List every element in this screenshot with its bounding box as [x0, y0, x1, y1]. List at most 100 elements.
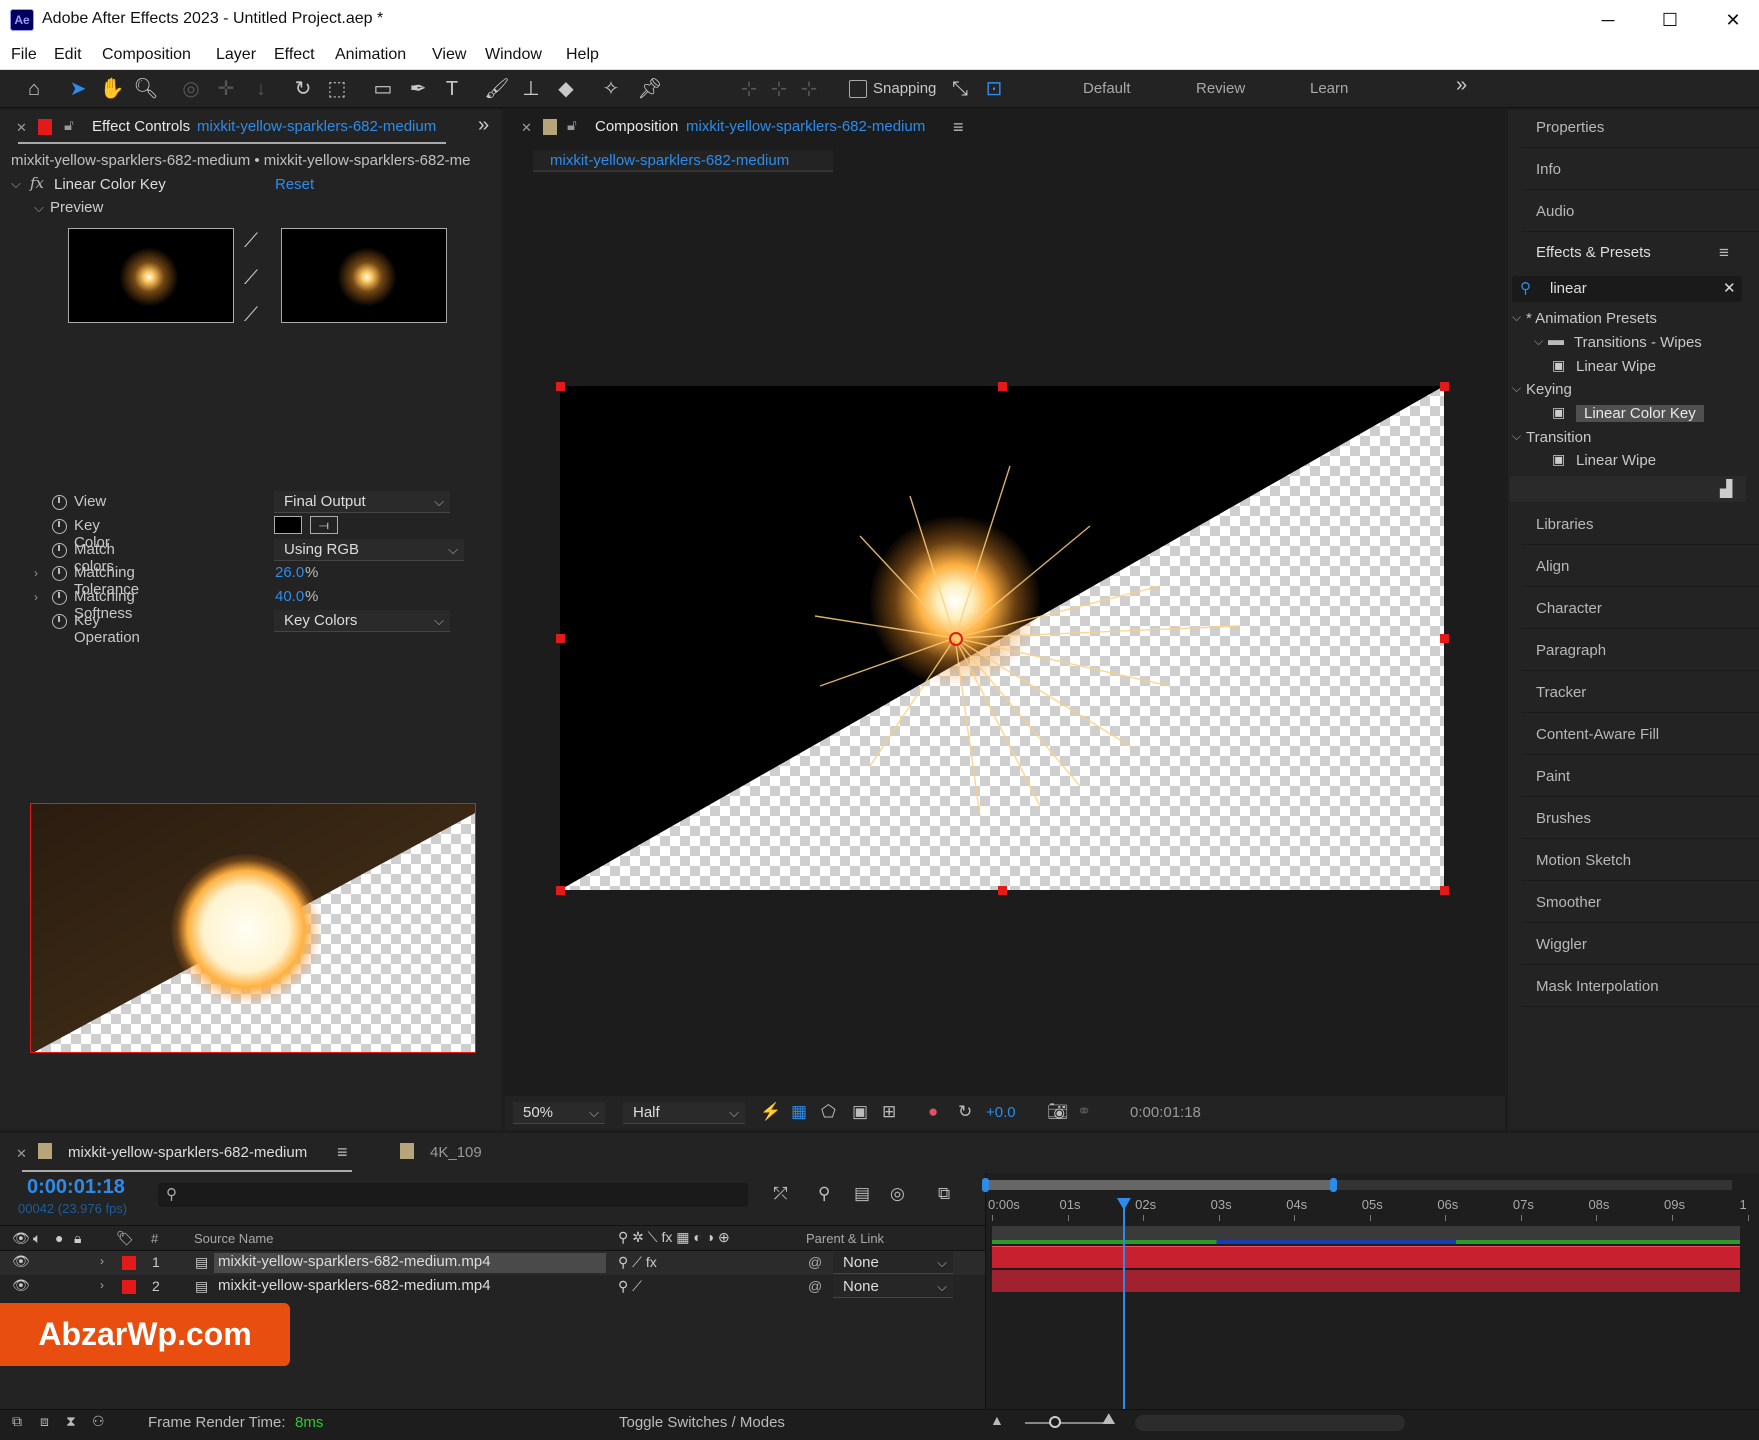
anchor-point-tool-icon[interactable]: ⬚ [322, 75, 352, 103]
show-snapshot-icon[interactable]: ⚭ [1077, 1102, 1091, 1122]
anchor-point-icon[interactable] [949, 632, 963, 646]
panel-menu-icon[interactable]: ≡ [337, 1142, 348, 1163]
new-bin-icon[interactable]: ▟ [1720, 479, 1732, 499]
selection-tool-icon[interactable]: ➤ [63, 75, 93, 103]
panel-item-audio[interactable]: Audio [1522, 192, 1759, 232]
panel-item-paragraph[interactable]: Paragraph [1522, 631, 1759, 671]
clone-stamp-tool-icon[interactable]: ⊥ [516, 75, 546, 103]
menu-view[interactable]: View [432, 46, 466, 64]
close-panel-icon[interactable]: ✕ [521, 120, 532, 136]
channels-icon[interactable]: ● [928, 1102, 938, 1122]
panel-item-properties[interactable]: Properties [1522, 108, 1759, 148]
rotate-tool-icon[interactable]: ↻ [288, 75, 318, 103]
zoom-tool-icon[interactable]: 🔍︎ [131, 75, 161, 103]
menu-layer[interactable]: Layer [216, 46, 256, 64]
close-panel-icon[interactable]: ✕ [16, 1146, 27, 1162]
roto-brush-tool-icon[interactable]: ✧ [596, 75, 626, 103]
panel-menu-icon[interactable]: » [478, 114, 489, 137]
maximize-button[interactable]: ☐ [1647, 6, 1693, 34]
reset-link[interactable]: Reset [275, 176, 314, 193]
prop-value[interactable]: 40.0 [275, 588, 304, 605]
timeline-scrollbar[interactable] [1135, 1415, 1405, 1431]
panel-item-brushes[interactable]: Brushes [1522, 799, 1759, 839]
eraser-tool-icon[interactable]: ◆ [551, 75, 581, 103]
layer-1-clip[interactable] [992, 1246, 1740, 1268]
workspace-learn[interactable]: Learn [1310, 80, 1348, 97]
chevron-right-icon[interactable]: › [34, 566, 38, 580]
solo-switch-icon[interactable]: ● [55, 1230, 63, 1246]
graph-editor-icon[interactable]: ⧉ [938, 1184, 950, 1204]
transform-handle[interactable] [556, 886, 565, 895]
panel-item-paint[interactable]: Paint [1522, 757, 1759, 797]
transform-handle[interactable] [998, 886, 1007, 895]
composition-tab[interactable]: Composition [595, 118, 678, 135]
tree-item[interactable]: Linear Color Key [1576, 405, 1704, 422]
composition-source[interactable]: mixkit-yellow-sparklers-682-medium [686, 118, 925, 135]
render-time-icon[interactable]: ⚇ [92, 1413, 105, 1430]
chevron-right-icon[interactable]: › [34, 590, 38, 604]
transform-handle[interactable] [1440, 886, 1449, 895]
home-icon[interactable]: ⌂ [19, 75, 49, 103]
tree-item[interactable]: Transition [1526, 429, 1591, 446]
stopwatch-icon[interactable] [52, 566, 67, 581]
rectangle-tool-icon[interactable]: ▭ [368, 75, 398, 103]
layer-2-clip[interactable] [992, 1270, 1740, 1292]
local-axis-icon[interactable]: ⊹ [734, 75, 764, 103]
panel-item-mask-interpolation[interactable]: Mask Interpolation [1522, 967, 1759, 1007]
pen-tool-icon[interactable]: ✒ [403, 75, 433, 103]
pick-whip-icon[interactable]: @ [808, 1278, 822, 1294]
timeline-tab-2[interactable]: 4K_109 [430, 1144, 482, 1161]
hand-tool-icon[interactable]: ✋ [97, 75, 127, 103]
chevron-down-icon[interactable]: ⌵ [1512, 310, 1521, 325]
pan-camera-icon[interactable]: ✛ [211, 75, 241, 103]
composition-flowchart-icon[interactable]: ⤱ [774, 1184, 788, 1204]
parent-dropdown[interactable]: None ⌵ [833, 1252, 953, 1274]
menu-animation[interactable]: Animation [335, 46, 406, 64]
fx-icon[interactable]: fx [30, 174, 44, 192]
zoom-slider[interactable] [1025, 1416, 1105, 1428]
key-color-swatch[interactable] [274, 516, 302, 534]
transform-handle[interactable] [1440, 382, 1449, 391]
layer-switches[interactable]: ⚲ ⟋ [618, 1278, 642, 1295]
snap-edges-icon[interactable]: ⤡ [945, 75, 975, 103]
prop-dropdown[interactable]: Final Output ⌵ [274, 491, 450, 513]
resolution-dropdown[interactable]: Half ⌵ [623, 1102, 745, 1124]
panel-menu-icon[interactable]: ≡ [1719, 243, 1729, 263]
lock-switch-icon[interactable]: 🔒︎ [74, 1230, 81, 1247]
panel-item-info[interactable]: Info [1522, 150, 1759, 190]
layer-switches[interactable]: ⚲ ⟋ fx [618, 1254, 657, 1271]
shy-layers-icon[interactable]: ⚲ [818, 1184, 830, 1204]
transfer-controls-icon[interactable]: ⧈ [40, 1413, 49, 1430]
stopwatch-icon[interactable] [52, 614, 67, 629]
audio-switch-icon[interactable]: 🔈︎ [33, 1230, 41, 1247]
composition-viewer[interactable] [560, 386, 1444, 890]
current-time-display[interactable]: 0:00:01:18 [1130, 1104, 1201, 1121]
work-area-end-handle[interactable] [1330, 1178, 1337, 1192]
dolly-camera-icon[interactable]: ↓ [246, 75, 276, 103]
zoom-out-icon[interactable]: ▲ [990, 1412, 1004, 1428]
prop-dropdown[interactable]: Key Colors ⌵ [274, 610, 450, 632]
menu-effect[interactable]: Effect [274, 46, 315, 64]
current-timecode[interactable]: 0:00:01:18 [27, 1176, 125, 1199]
panel-item-tracker[interactable]: Tracker [1522, 673, 1759, 713]
col-parent-link[interactable]: Parent & Link [806, 1231, 884, 1246]
snapshot-camera-icon[interactable]: 📷︎ [1047, 1102, 1069, 1122]
menu-composition[interactable]: Composition [102, 46, 191, 64]
layer-label-color[interactable] [122, 1256, 136, 1270]
tree-item[interactable]: Transitions - Wipes [1574, 334, 1702, 351]
layer-label-color[interactable] [122, 1280, 136, 1294]
zoom-in-icon[interactable]: ⛰︎ [1102, 1411, 1115, 1429]
work-area-bar[interactable] [982, 1178, 1732, 1192]
region-of-interest-icon[interactable]: ▣ [852, 1102, 868, 1122]
effect-controls-tab[interactable]: Effect Controls [92, 118, 190, 135]
layer-source-name[interactable]: mixkit-yellow-sparklers-682-medium.mp4 [214, 1253, 606, 1273]
zoom-slider-thumb[interactable] [1049, 1416, 1061, 1428]
exposure-value[interactable]: +0.0 [986, 1104, 1016, 1121]
effect-controls-source[interactable]: mixkit-yellow-sparklers-682-medium [197, 118, 445, 135]
chevron-down-icon[interactable]: ⌵ [1512, 429, 1521, 444]
work-area-start-handle[interactable] [982, 1178, 989, 1192]
panel-item-libraries[interactable]: Libraries [1522, 505, 1759, 545]
layer-source-name[interactable]: mixkit-yellow-sparklers-682-medium.mp4 [214, 1277, 495, 1297]
toggle-switches-modes[interactable]: Toggle Switches / Modes [619, 1414, 785, 1431]
world-axis-icon[interactable]: ⊹ [764, 75, 794, 103]
